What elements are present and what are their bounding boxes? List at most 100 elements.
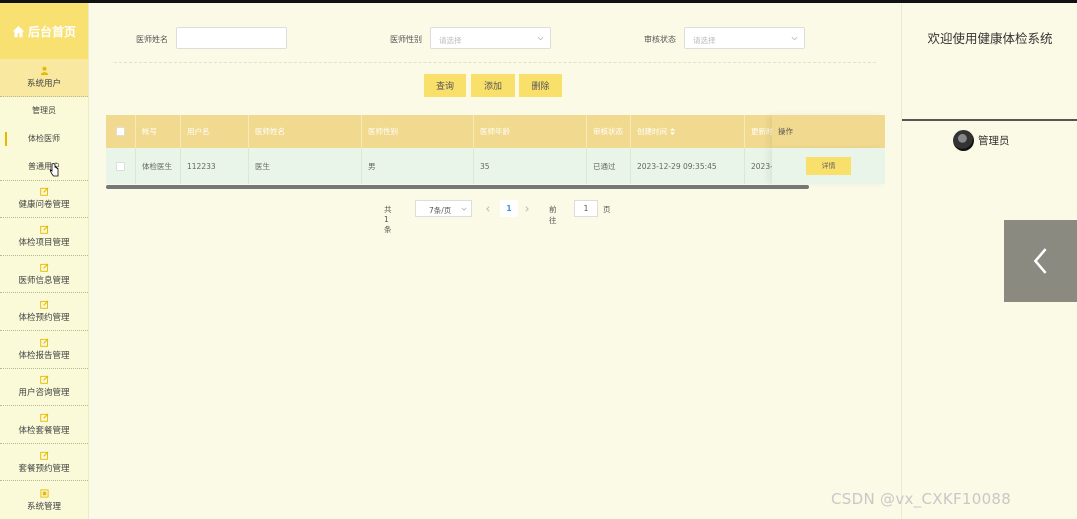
table-row[interactable]: 体检医生 112233 医生 男 35 已通过 2023-12-29 09:35… [106, 148, 885, 184]
chevron-down-icon [461, 207, 467, 211]
fixed-column-cell: 详情 [772, 148, 885, 184]
row-checkbox[interactable] [116, 161, 125, 171]
doctor-gender-label: 医师性别 [390, 35, 422, 44]
column-header-label: 创建时间 [637, 127, 667, 136]
edit-icon [39, 300, 48, 309]
add-button[interactable]: 添加 [471, 74, 515, 97]
goto-suffix: 页 [603, 205, 611, 214]
search-form: 医师姓名 医师性别 请选择 审核状态 请选择 [90, 27, 900, 51]
brand-label: 后台首页 [27, 24, 76, 39]
fixed-column-header: 操作 [772, 115, 885, 148]
nav-group-package-booking[interactable]: 套餐预约管理 [0, 444, 88, 482]
nav-group-label: 体检预约管理 [18, 313, 70, 324]
nav-group-questionnaire[interactable]: 健康问卷管理 [0, 181, 88, 219]
sidebar-item-users[interactable]: 普通用户 [0, 153, 88, 181]
goto-page-input[interactable]: 1 [574, 200, 598, 217]
chevron-down-icon [537, 36, 544, 41]
detail-button[interactable]: 详情 [806, 157, 851, 175]
edit-icon [39, 451, 48, 460]
review-status-label: 审核状态 [644, 35, 676, 44]
delete-button[interactable]: 删除 [519, 74, 562, 97]
home-link[interactable]: 后台首页 [0, 3, 88, 59]
column-header[interactable]: 医师年龄 [474, 115, 587, 148]
sidebar: 后台首页 系统用户 管理员 体检医师 普通用户 健康问卷管理 体检项目管理 医师… [0, 3, 89, 519]
select-all-cell [106, 115, 136, 148]
nav-group-label: 体检项目管理 [18, 237, 70, 248]
select-placeholder: 请选择 [693, 36, 716, 45]
home-icon [12, 25, 25, 37]
sort-icon [670, 128, 675, 135]
table-cell: 112233 [181, 148, 249, 184]
edit-icon [39, 225, 48, 234]
scrollbar-thumb[interactable] [106, 185, 809, 189]
page-size-select[interactable]: 7条/页 [415, 200, 472, 217]
doctor-gender-select[interactable]: 请选择 [430, 27, 551, 49]
nav-group-label: 健康问卷管理 [18, 200, 70, 211]
nav-group-label: 用户咨询管理 [18, 388, 70, 399]
doctor-name-label: 医师姓名 [136, 35, 168, 44]
nav-group-reports[interactable]: 体检报告管理 [0, 331, 88, 369]
user-icon [40, 66, 48, 75]
chevron-down-icon [791, 36, 798, 41]
nav-group-label: 体检报告管理 [18, 350, 70, 361]
mouse-cursor-icon [50, 163, 59, 177]
nav-group-label: 体检套餐管理 [18, 425, 70, 436]
nav-group-label: 医师信息管理 [18, 275, 70, 286]
edit-icon [39, 413, 48, 422]
table-header: 帐号 用户名 医师姓名 医师性别 医师年龄 审核状态 创建时间 更新时间 [106, 115, 885, 148]
collapse-panel-button[interactable] [1004, 220, 1077, 302]
divider [114, 62, 876, 63]
nav-group-system-users[interactable]: 系统用户 [0, 59, 88, 97]
nav-group-system-management[interactable]: 系统管理 [0, 481, 88, 519]
prev-page-button[interactable] [482, 200, 494, 217]
table-cell: 体检医生 [136, 148, 181, 184]
review-status-select[interactable]: 请选择 [684, 27, 805, 49]
edit-icon [39, 187, 48, 197]
column-header[interactable]: 审核状态 [587, 115, 631, 148]
sidebar-item-label: 体检医师 [28, 134, 60, 144]
edit-icon [39, 263, 48, 272]
horizontal-scrollbar[interactable] [106, 185, 885, 190]
edit-icon [39, 338, 48, 347]
divider [902, 119, 1077, 121]
goto-label: 前往 [549, 205, 557, 225]
column-header[interactable]: 帐号 [136, 115, 181, 148]
column-header[interactable]: 用户名 [181, 115, 249, 148]
table-cell: 男 [362, 148, 474, 184]
column-header[interactable]: 医师性别 [362, 115, 474, 148]
page-number-current[interactable]: 1 [500, 200, 518, 217]
table-cell: 已通过 [587, 148, 631, 184]
sidebar-item-doctors[interactable]: 体检医师 [0, 125, 88, 153]
settings-icon [39, 489, 49, 498]
table-cell: 2023-12-29 09:35:45 [631, 148, 745, 184]
sidebar-item-label: 管理员 [32, 106, 56, 116]
row-select-cell [106, 148, 136, 184]
edit-icon [39, 375, 48, 385]
table-cell: 医生 [249, 148, 362, 184]
avatar [953, 130, 974, 151]
total-count: 共 1 条 [384, 205, 392, 234]
next-page-button[interactable] [521, 200, 533, 217]
doctor-name-input[interactable] [176, 27, 287, 49]
doctor-table: 帐号 用户名 医师姓名 医师性别 医师年龄 审核状态 创建时间 更新时间 操作 … [106, 115, 885, 190]
nav-group-exam-items[interactable]: 体检项目管理 [0, 218, 88, 256]
nav-group-label: 系统用户 [26, 78, 61, 89]
select-all-checkbox[interactable] [116, 127, 125, 136]
nav-group-label: 系统管理 [26, 501, 61, 512]
watermark: CSDN @vx_CXKF10088 [831, 490, 1012, 508]
main-content: 医师姓名 医师性别 请选择 审核状态 请选择 查询 添加 删除 帐号 用户名 医… [90, 3, 900, 519]
column-header-created[interactable]: 创建时间 [631, 115, 745, 148]
query-button[interactable]: 查询 [424, 74, 466, 97]
nav-group-appointments[interactable]: 体检预约管理 [0, 293, 88, 331]
welcome-title: 欢迎使用健康体检系统 [927, 31, 1053, 46]
sidebar-item-admin[interactable]: 管理员 [0, 97, 88, 125]
nav-group-packages[interactable]: 体检套餐管理 [0, 406, 88, 444]
chevron-right-icon [525, 205, 529, 212]
select-placeholder: 请选择 [439, 36, 462, 45]
user-info[interactable]: 管理员 [953, 130, 1010, 151]
table-cell: 35 [474, 148, 587, 184]
column-header[interactable]: 医师姓名 [249, 115, 362, 148]
nav-group-consultation[interactable]: 用户咨询管理 [0, 369, 88, 407]
nav-group-doctor-info[interactable]: 医师信息管理 [0, 256, 88, 294]
chevron-left-icon [486, 205, 490, 212]
